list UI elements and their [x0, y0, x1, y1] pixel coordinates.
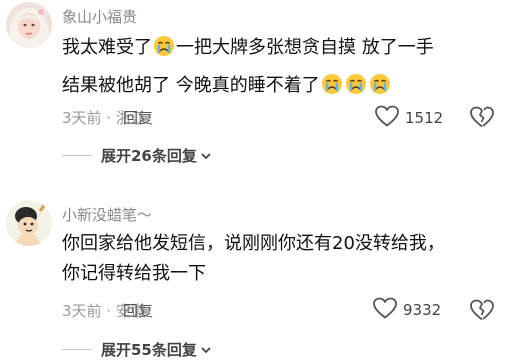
broken-heart-icon — [469, 299, 495, 326]
crying-emoji-icon — [321, 73, 343, 102]
comment-text-line: 结果被他胡了 今晚真的睡不着了 — [62, 73, 392, 102]
username[interactable]: 象山小福贵 — [62, 6, 137, 27]
comment-item: 小新没蜡笔～ 你回家给他发短信，说刚刚你还有20没转给我， 你记得转给我一下 3… — [0, 185, 514, 363]
chevron-down-icon — [200, 341, 212, 359]
reply-button[interactable]: 回复 — [123, 107, 153, 128]
broken-heart-icon — [469, 106, 495, 133]
divider — [62, 349, 92, 350]
comment-item: 象山小福贵 我太难受了 一把大牌多张想贪自摸 放了一手 结果被他胡了 今晚真的睡不… — [0, 0, 514, 185]
reply-button[interactable]: 回复 — [123, 300, 153, 321]
like-count: 1512 — [405, 109, 444, 127]
crying-emoji-icon — [369, 73, 391, 102]
dislike-button[interactable] — [469, 298, 495, 326]
avatar[interactable] — [6, 200, 52, 246]
expand-replies-button[interactable]: 展开26条回复 — [101, 145, 212, 166]
divider — [62, 155, 92, 156]
crying-emoji-icon — [153, 35, 175, 64]
like-count: 9332 — [403, 301, 442, 319]
crying-emoji-icon — [345, 73, 367, 102]
heart-icon — [374, 104, 400, 132]
like-button[interactable]: 1512 — [374, 104, 443, 132]
expand-replies-button[interactable]: 展开55条回复 — [101, 339, 212, 360]
like-button[interactable]: 9332 — [372, 296, 441, 324]
comment-text-line: 你回家给他发短信，说刚刚你还有20没转给我， — [62, 233, 445, 254]
username[interactable]: 小新没蜡笔～ — [62, 204, 152, 225]
comment-text-line: 我太难受了 一把大牌多张想贪自摸 放了一手 — [62, 35, 434, 64]
avatar[interactable] — [6, 2, 52, 48]
dislike-button[interactable] — [469, 105, 495, 133]
heart-icon — [372, 296, 398, 324]
chevron-down-icon — [200, 147, 212, 165]
comment-text-line: 你记得转给我一下 — [62, 263, 206, 284]
